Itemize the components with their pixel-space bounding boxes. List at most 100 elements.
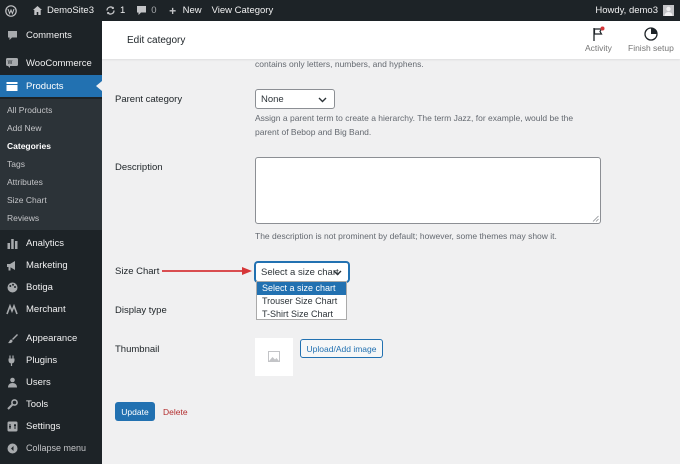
activity-label: Activity	[585, 43, 612, 53]
submenu-tags[interactable]: Tags	[7, 159, 25, 169]
menu-settings[interactable]: Settings	[0, 415, 102, 437]
site-name: DemoSite3	[47, 5, 94, 16]
menu-label: Marketing	[26, 259, 68, 271]
admin-sidebar: Comments W WooCommerce Products All Prod…	[0, 21, 102, 464]
menu-label: Merchant	[26, 303, 66, 315]
menu-appearance[interactable]: Appearance	[0, 327, 102, 349]
menu-tools[interactable]: Tools	[0, 393, 102, 415]
finish-setup-button[interactable]: Finish setup	[628, 26, 674, 53]
collapse-icon	[6, 442, 18, 454]
menu-woocommerce[interactable]: W WooCommerce	[0, 52, 102, 74]
palette-icon	[6, 281, 18, 293]
thumbnail-preview	[255, 338, 293, 376]
resize-grip-icon[interactable]	[592, 215, 599, 222]
menu-label: Plugins	[26, 354, 58, 366]
products-submenu: All Products Add New Categories Tags Att…	[0, 99, 102, 230]
menu-label: Tools	[26, 398, 49, 410]
menu-merchant[interactable]: Merchant	[0, 298, 102, 320]
upload-image-button[interactable]: Upload/Add image	[300, 339, 383, 358]
delete-link[interactable]: Delete	[163, 407, 188, 417]
updates-icon	[104, 5, 116, 17]
menu-label: Botiga	[26, 281, 53, 293]
parent-category-label: Parent category	[115, 94, 183, 105]
howdy-text: Howdy, demo3	[595, 5, 658, 16]
submenu-all-products[interactable]: All Products	[7, 105, 52, 115]
my-account[interactable]: Howdy, demo3	[595, 0, 674, 21]
comment-icon	[6, 29, 18, 41]
menu-label: Users	[26, 376, 51, 388]
size-chart-select[interactable]: Select a size chart	[255, 262, 349, 282]
menu-plugins[interactable]: Plugins	[0, 349, 102, 371]
menu-label: Analytics	[26, 237, 65, 249]
user-icon	[6, 376, 18, 388]
description-label: Description	[115, 162, 163, 173]
parent-help-line-1: Assign a parent term to create a hierarc…	[255, 113, 574, 123]
size-chart-option[interactable]: T-Shirt Size Chart	[257, 308, 346, 321]
menu-marketing[interactable]: Marketing	[0, 254, 102, 276]
woo-icon: W	[6, 57, 18, 69]
comments-count: 0	[151, 5, 157, 16]
new-label: New	[182, 5, 202, 16]
menu-botiga[interactable]: Botiga	[0, 276, 102, 298]
products-icon	[6, 80, 18, 92]
slug-help-text: contains only letters, numbers, and hyph…	[255, 59, 424, 69]
chevron-down-icon	[318, 97, 327, 103]
updates-link[interactable]: 1	[99, 0, 130, 21]
brush-icon	[6, 332, 18, 344]
plug-icon	[6, 354, 18, 366]
menu-users[interactable]: Users	[0, 371, 102, 393]
thumbnail-label: Thumbnail	[115, 344, 160, 355]
flag-icon	[593, 26, 605, 41]
menu-collapse[interactable]: Collapse menu	[0, 437, 102, 459]
wrench-icon	[6, 398, 18, 410]
admin-bar: DemoSite3 1 0 + New View Category Howdy,…	[0, 0, 680, 21]
menu-products[interactable]: Products	[0, 75, 102, 97]
size-chart-option[interactable]: Trouser Size Chart	[257, 295, 346, 308]
size-chart-dropdown: Select a size chart Trouser Size Chart T…	[256, 281, 347, 320]
new-content-link[interactable]: + New	[162, 0, 207, 21]
menu-label: WooCommerce	[26, 57, 92, 69]
menu-analytics[interactable]: Analytics	[0, 232, 102, 254]
menu-label: Collapse menu	[26, 443, 87, 453]
comment-bubble-icon	[135, 5, 147, 17]
description-help-text: The description is not prominent by defa…	[255, 231, 557, 241]
avatar	[663, 5, 674, 16]
updates-count: 1	[120, 5, 126, 16]
submenu-reviews[interactable]: Reviews	[7, 213, 39, 223]
submenu-size-chart[interactable]: Size Chart	[7, 195, 47, 205]
parent-category-value: None	[261, 93, 284, 105]
parent-help-line-2: parent of Bebop and Big Band.	[255, 127, 372, 137]
size-chart-option[interactable]: Select a size chart	[257, 282, 346, 295]
progress-ring-icon	[644, 27, 658, 41]
annotation-arrow-icon	[162, 267, 252, 275]
menu-label: Appearance	[26, 332, 78, 344]
finish-setup-label: Finish setup	[628, 43, 674, 53]
analytics-icon	[6, 237, 18, 249]
menu-label: Settings	[26, 420, 61, 432]
page-title: Edit category	[127, 35, 186, 46]
wp-logo-button[interactable]	[0, 0, 26, 21]
menu-comments[interactable]: Comments	[0, 24, 102, 46]
menu-label: Products	[26, 80, 64, 92]
comments-link[interactable]: 0	[130, 0, 161, 21]
description-textarea[interactable]	[255, 157, 601, 224]
image-placeholder-icon	[268, 351, 280, 362]
activity-button[interactable]: Activity	[585, 26, 612, 53]
submenu-attributes[interactable]: Attributes	[7, 177, 43, 187]
chevron-down-icon	[333, 270, 342, 276]
page-header: Edit category Activity Finish setup	[102, 21, 680, 59]
update-button[interactable]: Update	[115, 402, 155, 421]
megaphone-icon	[6, 259, 18, 271]
view-category-link[interactable]: View Category	[207, 0, 279, 21]
submenu-add-new[interactable]: Add New	[7, 123, 42, 133]
submenu-categories[interactable]: Categories	[7, 141, 51, 151]
site-name-link[interactable]: DemoSite3	[26, 0, 99, 21]
home-icon	[31, 5, 43, 17]
settings-icon	[6, 420, 18, 432]
view-category-label: View Category	[211, 5, 274, 16]
parent-category-select[interactable]: None	[255, 89, 335, 109]
display-type-label: Display type	[115, 305, 167, 316]
size-chart-value: Select a size chart	[261, 266, 339, 278]
menu-label: Comments	[26, 29, 72, 41]
size-chart-label: Size Chart	[115, 266, 160, 277]
